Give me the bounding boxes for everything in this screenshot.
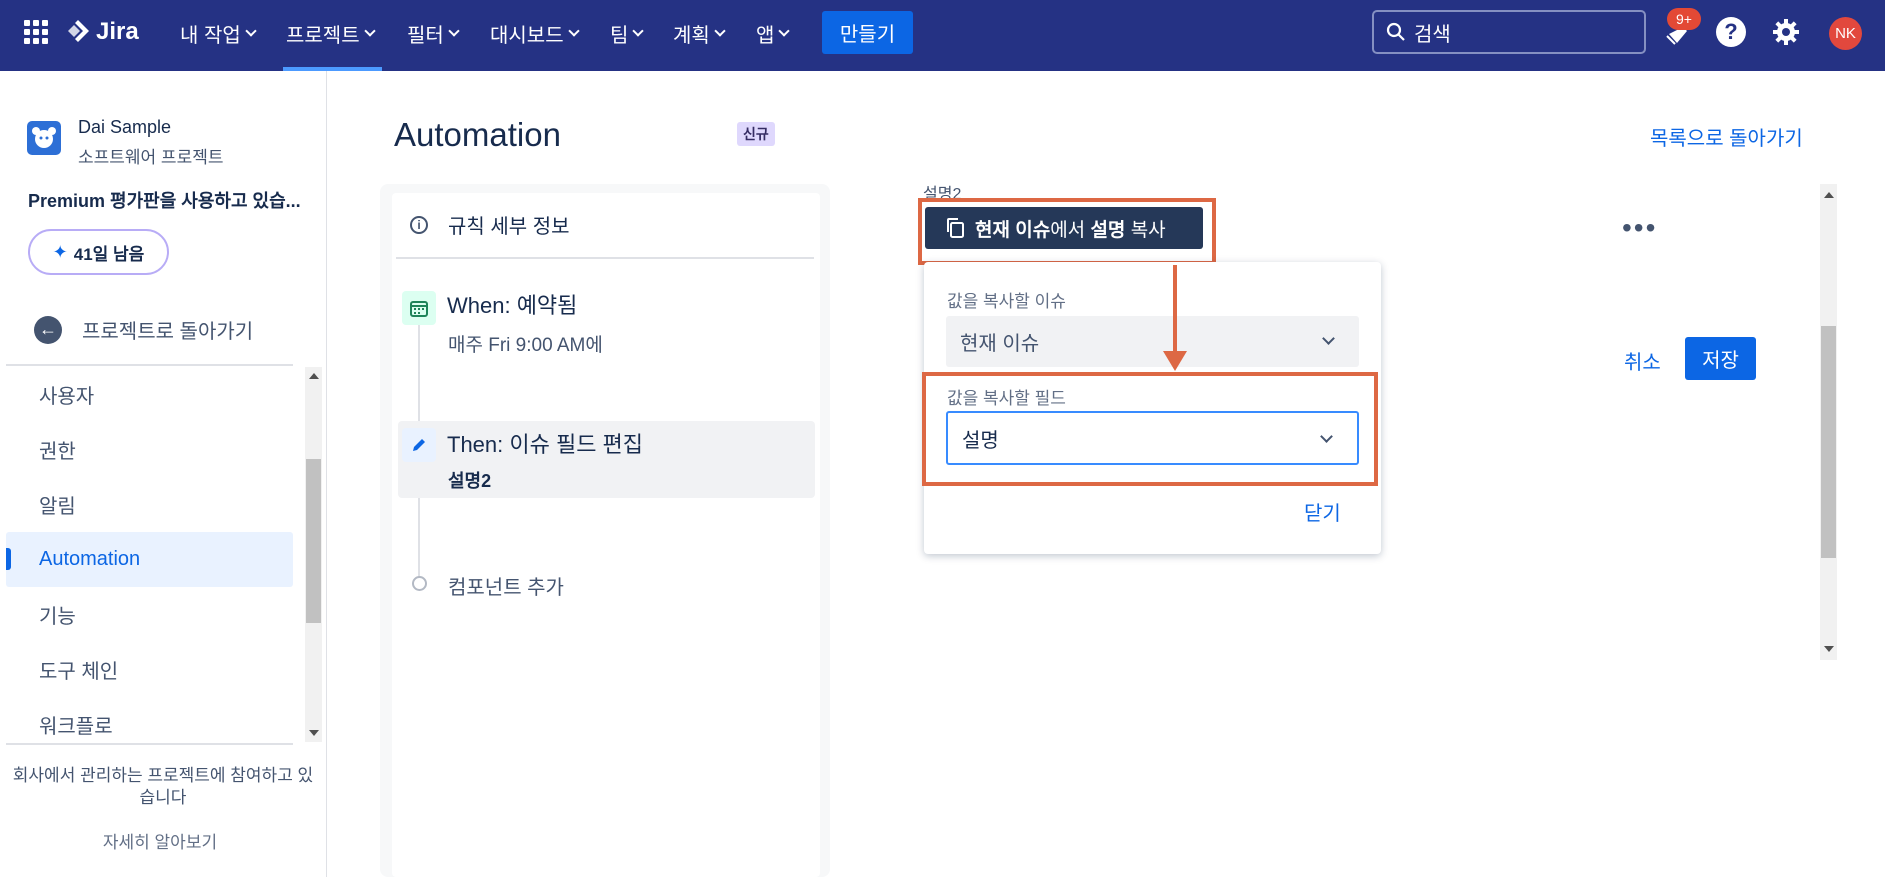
scroll-up-icon[interactable]: [1824, 192, 1834, 198]
cancel-button[interactable]: 취소: [1624, 346, 1661, 375]
project-name[interactable]: Dai Sample: [78, 117, 171, 138]
nav-filters[interactable]: 필터: [407, 19, 460, 47]
chevron-down-icon: [632, 25, 645, 37]
main-scrollbar[interactable]: [1820, 184, 1837, 660]
trial-days-label: 41일 남음: [73, 244, 145, 264]
back-to-project-label: 프로젝트로 돌아가기: [82, 321, 254, 343]
trigger-schedule: 매주 Fri 9:00 AM에: [448, 335, 603, 356]
sidebar-item-automation[interactable]: Automation: [6, 532, 293, 587]
nav-label: 팀: [610, 24, 629, 47]
top-navigation: Jira 내 작업 프로젝트 필터 대시보드 팀 계획 앱 만들기 검색 9+ …: [0, 0, 1885, 71]
scrollbar-thumb[interactable]: [306, 459, 321, 623]
issue-select-label: 값을 복사할 이슈: [947, 292, 1066, 311]
highlight-box: [922, 372, 1378, 486]
back-to-project-link[interactable]: ← 프로젝트로 돌아가기: [34, 315, 253, 344]
annotation-arrow-head: [1163, 351, 1187, 371]
notification-badge: 9+: [1667, 8, 1701, 30]
sidebar-item-permissions[interactable]: 권한: [6, 422, 293, 477]
issue-select-value: 현재 이슈: [960, 333, 1040, 355]
close-button[interactable]: 닫기: [1304, 497, 1341, 526]
scroll-up-icon[interactable]: [309, 373, 319, 379]
sparkle-icon: ✦: [52, 241, 68, 262]
divider: [6, 364, 293, 366]
app-switcher-icon[interactable]: [24, 20, 48, 44]
nav-your-work[interactable]: 내 작업: [180, 19, 257, 47]
annotation-arrow: [1173, 265, 1177, 357]
chevron-down-icon: [245, 25, 257, 37]
info-icon: i: [410, 215, 428, 234]
scroll-down-icon[interactable]: [309, 730, 319, 736]
nav-projects[interactable]: 프로젝트: [286, 19, 376, 47]
project-type: 소프트웨어 프로젝트: [78, 148, 224, 167]
chevron-down-icon: [363, 25, 376, 37]
divider: [396, 257, 814, 259]
sidebar-item-features[interactable]: 기능: [6, 587, 293, 642]
nav-label: 필터: [407, 24, 444, 47]
pencil-icon: [402, 428, 436, 462]
trial-days-button[interactable]: ✦ 41일 남음: [28, 229, 169, 275]
sidebar-scrollbar[interactable]: [305, 367, 322, 742]
scroll-down-icon[interactable]: [1824, 646, 1834, 652]
rule-details-label: 규칙 세부 정보: [448, 216, 570, 238]
help-icon[interactable]: ?: [1716, 17, 1746, 47]
sidebar-item-people[interactable]: 사용자: [6, 367, 293, 422]
rule-details-item[interactable]: i 규칙 세부 정보: [410, 210, 570, 239]
action-title[interactable]: Then: 이슈 필드 편집: [447, 427, 643, 459]
back-to-list-link[interactable]: 목록으로 돌아가기: [1650, 122, 1803, 151]
nav-apps[interactable]: 앱: [756, 19, 791, 47]
calendar-icon: [402, 291, 436, 325]
search-input[interactable]: 검색: [1372, 10, 1646, 54]
premium-trial-text: Premium 평가판을 사용하고 있습...: [28, 191, 301, 211]
logo-text: Jira: [96, 18, 139, 45]
nav-label: 대시보드: [490, 24, 564, 47]
jira-logo-icon: [68, 20, 89, 42]
chevron-down-icon: [778, 25, 791, 37]
trigger-title[interactable]: When: 예약됨: [447, 288, 577, 320]
save-button[interactable]: 저장: [1685, 337, 1756, 380]
issue-select[interactable]: 현재 이슈: [946, 316, 1359, 367]
action-field-name: 설명2: [448, 471, 492, 491]
search-icon: [1386, 22, 1405, 41]
nav-plans[interactable]: 계획: [673, 19, 726, 47]
scrollbar-thumb[interactable]: [1821, 326, 1836, 558]
new-badge: 신규: [737, 122, 775, 146]
divider: [6, 743, 293, 745]
add-component-link[interactable]: 컴포넌트 추가: [448, 571, 564, 600]
chevron-down-icon: [1322, 332, 1335, 345]
sidebar-item-notifications[interactable]: 알림: [6, 477, 293, 532]
sidebar-nav-list: 사용자 권한 알림 Automation 기능 도구 체인 워크플로: [6, 367, 293, 752]
more-actions-icon[interactable]: •••: [1622, 212, 1657, 244]
add-component-dot-icon: [412, 576, 427, 591]
chevron-down-icon: [567, 25, 580, 37]
managed-project-notice: 회사에서 관리하는 프로젝트에 참여하고 있습니다: [12, 766, 314, 807]
arrow-left-icon: ←: [34, 315, 62, 344]
project-sidebar: Dai Sample 소프트웨어 프로젝트 Premium 평가판을 사용하고 …: [0, 71, 327, 877]
nav-label: 앱: [756, 24, 775, 47]
jira-logo[interactable]: Jira: [66, 16, 139, 48]
chevron-down-icon: [448, 25, 460, 37]
sidebar-item-toolchain[interactable]: 도구 체인: [6, 642, 293, 697]
settings-gear-icon[interactable]: [1771, 17, 1801, 47]
nav-label: 내 작업: [180, 24, 241, 47]
nav-teams[interactable]: 팀: [610, 19, 645, 47]
nav-label: 계획: [673, 24, 710, 47]
user-avatar[interactable]: NK: [1829, 17, 1862, 50]
chevron-down-icon: [714, 25, 726, 37]
nav-label: 프로젝트: [286, 24, 360, 47]
page-title: Automation: [394, 116, 561, 153]
nav-dashboards[interactable]: 대시보드: [490, 19, 580, 47]
project-avatar-icon: [27, 121, 61, 155]
create-button[interactable]: 만들기: [822, 11, 913, 54]
learn-more-link[interactable]: 자세히 알아보기: [0, 828, 320, 853]
search-placeholder: 검색: [1414, 23, 1451, 46]
highlight-box: [918, 198, 1216, 265]
